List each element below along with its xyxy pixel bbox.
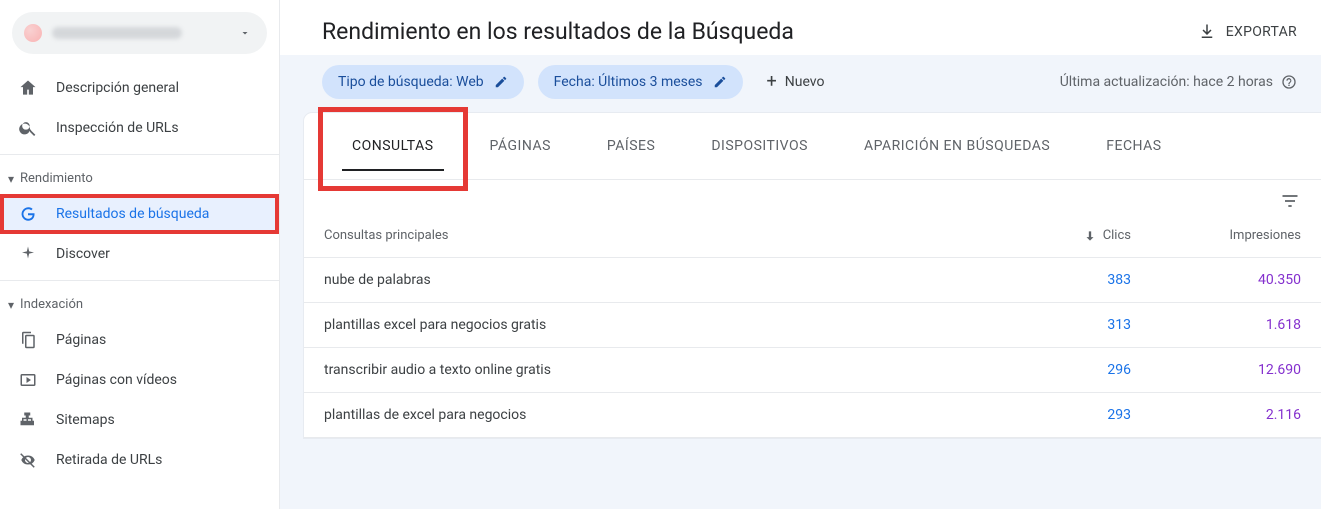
- cell-query: plantillas de excel para negocios: [324, 407, 1011, 423]
- search-icon: [18, 118, 38, 138]
- cell-impressions: 12.690: [1131, 362, 1301, 378]
- cell-query: nube de palabras: [324, 272, 1011, 288]
- sidebar: Descripción general Inspección de URLs ▾…: [0, 0, 280, 509]
- section-header-rendimiento[interactable]: ▾ Rendimiento: [0, 161, 279, 194]
- queries-panel: CONSULTAS PÁGINAS PAÍSES DISPOSITIVOS APARIC…: [304, 113, 1321, 438]
- tab-label: PÁGINAS: [490, 138, 551, 154]
- sidebar-item-label: Inspección de URLs: [56, 120, 179, 136]
- cell-clicks: 293: [1011, 407, 1131, 423]
- table-row[interactable]: plantillas excel para negocios gratis313…: [304, 303, 1321, 348]
- google-icon: [18, 204, 38, 224]
- asterisk-icon: [18, 244, 38, 264]
- sidebar-item-pages[interactable]: Páginas: [0, 320, 279, 360]
- table-row[interactable]: transcribir audio a texto online gratis2…: [304, 348, 1321, 393]
- last-update-text: Última actualización: hace 2 horas: [1060, 74, 1273, 90]
- chevron-down-icon: ▾: [8, 298, 14, 312]
- tab-aparición-en-búsquedas[interactable]: APARICIÓN EN BÚSQUEDAS: [836, 113, 1078, 179]
- property-favicon: [24, 24, 42, 42]
- export-label: EXPORTAR: [1226, 24, 1297, 40]
- cell-query: plantillas excel para negocios gratis: [324, 317, 1011, 333]
- sidebar-item-label: Páginas: [56, 332, 106, 348]
- add-filter-button[interactable]: + Nuevo: [757, 65, 835, 99]
- pencil-icon: [713, 75, 727, 89]
- col-header-clicks-label: Clics: [1103, 228, 1131, 243]
- cell-impressions: 40.350: [1131, 272, 1301, 288]
- cell-clicks: 383: [1011, 272, 1131, 288]
- table-header: Consultas principales Clics Impresiones: [304, 214, 1321, 258]
- property-selector[interactable]: [12, 12, 267, 54]
- help-icon[interactable]: [1281, 74, 1297, 90]
- sidebar-item-removals[interactable]: Retirada de URLs: [0, 440, 279, 480]
- col-header-query: Consultas principales: [324, 228, 1011, 243]
- video-icon: [18, 370, 38, 390]
- tab-label: DISPOSITIVOS: [711, 138, 808, 154]
- tab-consultas[interactable]: CONSULTAS: [324, 113, 462, 179]
- sidebar-item-overview[interactable]: Descripción general: [0, 68, 279, 108]
- sidebar-item-label: Retirada de URLs: [56, 452, 162, 468]
- tab-label: FECHAS: [1106, 138, 1161, 154]
- cell-impressions: 1.618: [1131, 317, 1301, 333]
- tab-label: CONSULTAS: [352, 138, 434, 154]
- sidebar-item-search-results[interactable]: Resultados de búsqueda: [0, 194, 279, 234]
- sidebar-item-label: Descripción general: [56, 80, 179, 96]
- tabs: CONSULTAS PÁGINAS PAÍSES DISPOSITIVOS APARIC…: [304, 113, 1321, 180]
- col-header-impressions[interactable]: Impresiones: [1131, 228, 1301, 243]
- sidebar-item-label: Sitemaps: [56, 412, 115, 428]
- tab-label: PAÍSES: [607, 138, 655, 154]
- sidebar-item-url-inspection[interactable]: Inspección de URLs: [0, 108, 279, 148]
- sort-down-icon: [1083, 229, 1097, 243]
- cell-impressions: 2.116: [1131, 407, 1301, 423]
- sidebar-item-label: Páginas con vídeos: [56, 372, 177, 388]
- download-icon: [1198, 23, 1216, 41]
- sidebar-item-pages-video[interactable]: Páginas con vídeos: [0, 360, 279, 400]
- cell-clicks: 313: [1011, 317, 1131, 333]
- last-update: Última actualización: hace 2 horas: [1060, 74, 1297, 90]
- chip-label: Fecha: Últimos 3 meses: [554, 74, 703, 90]
- add-filter-label: Nuevo: [785, 74, 825, 90]
- chevron-down-icon: [239, 27, 251, 39]
- col-header-clicks[interactable]: Clics: [1011, 228, 1131, 243]
- export-button[interactable]: EXPORTAR: [1198, 23, 1297, 41]
- table-row[interactable]: plantillas de excel para negocios2932.11…: [304, 393, 1321, 438]
- table-filter-button[interactable]: [1279, 190, 1301, 212]
- plus-icon: +: [767, 73, 777, 91]
- sidebar-item-sitemaps[interactable]: Sitemaps: [0, 400, 279, 440]
- sidebar-item-discover[interactable]: Discover: [0, 234, 279, 274]
- pencil-icon: [494, 75, 508, 89]
- section-title: Rendimiento: [20, 171, 93, 186]
- section-title: Indexación: [20, 297, 83, 312]
- home-icon: [18, 78, 38, 98]
- tab-páginas[interactable]: PÁGINAS: [462, 113, 579, 179]
- property-name-blurred: [52, 27, 182, 39]
- sitemap-icon: [18, 410, 38, 430]
- table-row[interactable]: nube de palabras38340.350: [304, 258, 1321, 303]
- tab-dispositivos[interactable]: DISPOSITIVOS: [683, 113, 836, 179]
- tab-fechas[interactable]: FECHAS: [1078, 113, 1189, 179]
- chip-date[interactable]: Fecha: Últimos 3 meses: [538, 65, 743, 99]
- sidebar-item-label: Discover: [56, 246, 110, 262]
- hide-icon: [18, 450, 38, 470]
- page-title: Rendimiento en los resultados de la Búsq…: [322, 18, 794, 45]
- pages-icon: [18, 330, 38, 350]
- chip-label: Tipo de búsqueda: Web: [338, 74, 484, 90]
- tab-países[interactable]: PAÍSES: [579, 113, 683, 179]
- cell-query: transcribir audio a texto online gratis: [324, 362, 1011, 378]
- sidebar-item-label: Resultados de búsqueda: [56, 206, 209, 222]
- chevron-down-icon: ▾: [8, 172, 14, 186]
- tab-label: APARICIÓN EN BÚSQUEDAS: [864, 138, 1050, 154]
- cell-clicks: 296: [1011, 362, 1131, 378]
- chip-search-type[interactable]: Tipo de búsqueda: Web: [322, 65, 524, 99]
- table-body: nube de palabras38340.350plantillas exce…: [304, 258, 1321, 438]
- section-header-indexacion[interactable]: ▾ Indexación: [0, 287, 279, 320]
- main-area: Rendimiento en los resultados de la Búsq…: [280, 0, 1321, 509]
